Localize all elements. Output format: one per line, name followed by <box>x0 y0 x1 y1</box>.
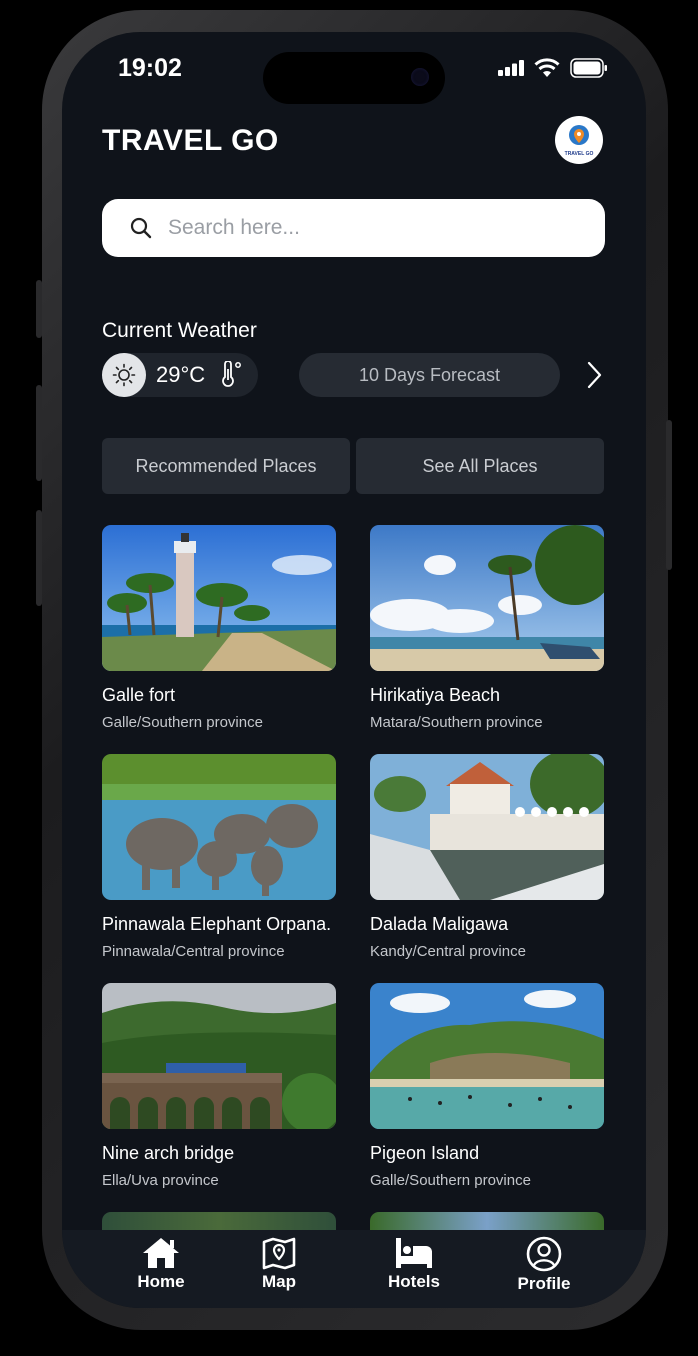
app-title: TRAVEL GO <box>102 124 279 157</box>
map-icon <box>262 1237 296 1270</box>
place-card[interactable]: Hirikatiya Beach Matara/Southern provinc… <box>370 525 604 731</box>
search-input[interactable] <box>166 215 570 241</box>
weather-widget[interactable]: 29°C <box>102 353 258 397</box>
home-icon <box>143 1238 179 1268</box>
place-name: Hirikatiya Beach <box>370 685 501 705</box>
place-name: Pigeon Island <box>370 1143 480 1163</box>
search-icon <box>130 217 152 239</box>
nav-hotels[interactable]: Hotels <box>364 1236 464 1292</box>
place-image-hirikatiya-beach <box>370 525 604 671</box>
nav-hotels-label: Hotels <box>388 1272 440 1291</box>
profile-avatar[interactable]: TRAVEL GO <box>555 116 603 164</box>
status-icons <box>498 58 608 78</box>
power-button <box>666 420 672 570</box>
thermometer-icon <box>222 361 242 387</box>
logo-text: TRAVEL GO <box>564 150 594 157</box>
profile-icon <box>526 1236 562 1272</box>
place-card-partial[interactable] <box>102 1212 336 1232</box>
front-camera <box>411 68 429 86</box>
tab-see-all-places[interactable]: See All Places <box>356 438 604 494</box>
place-image-dalada-maligawa <box>370 754 604 900</box>
nav-profile-label: Profile <box>517 1274 571 1293</box>
nav-profile[interactable]: Profile <box>494 1236 594 1294</box>
place-card-partial[interactable] <box>370 1212 604 1232</box>
nav-home-label: Home <box>137 1272 185 1291</box>
sun-icon <box>112 363 136 387</box>
nav-map[interactable]: Map <box>229 1236 329 1292</box>
place-name: Galle fort <box>102 685 176 705</box>
place-name: Pinnawala Elephant Orpana. <box>102 914 332 934</box>
place-location: Pinnawala/Central province <box>102 943 285 960</box>
nav-home[interactable]: Home <box>111 1236 211 1292</box>
bed-icon <box>396 1238 432 1268</box>
place-image-galle-fort <box>102 525 336 671</box>
place-location: Galle/Southern province <box>370 1172 531 1189</box>
place-image-pinnawala <box>102 754 336 900</box>
weather-icon-badge <box>102 353 146 397</box>
volume-up-button <box>36 385 42 481</box>
place-name: Dalada Maligawa <box>370 914 509 934</box>
place-card[interactable]: Pinnawala Elephant Orpana. Pinnawala/Cen… <box>102 754 336 960</box>
place-name: Nine arch bridge <box>102 1143 235 1163</box>
location-pin-logo-icon <box>569 124 589 145</box>
battery-icon <box>570 58 607 78</box>
weather-title: Current Weather <box>102 319 257 342</box>
place-card[interactable]: Dalada Maligawa Kandy/Central province <box>370 754 604 960</box>
nav-map-label: Map <box>262 1272 296 1291</box>
place-location: Galle/Southern province <box>102 714 263 731</box>
place-card[interactable]: Pigeon Island Galle/Southern province <box>370 983 604 1189</box>
cellular-signal-icon <box>498 60 524 76</box>
status-time: 19:02 <box>118 54 182 82</box>
forecast-button[interactable]: 10 Days Forecast <box>299 353 560 397</box>
place-card[interactable]: Galle fort Galle/Southern province <box>102 525 336 731</box>
wifi-icon <box>534 58 560 77</box>
search-bar[interactable] <box>102 199 605 257</box>
app-screen: 19:02 TRAVEL GO TRAVEL GO Current Weathe… <box>62 32 646 1308</box>
silent-switch <box>36 280 42 338</box>
place-location: Kandy/Central province <box>370 943 526 960</box>
tab-recommended-places[interactable]: Recommended Places <box>102 438 350 494</box>
chevron-right-icon[interactable] <box>582 360 606 390</box>
bottom-nav: Home Map Hotels Profile <box>62 1230 646 1308</box>
volume-down-button <box>36 510 42 606</box>
place-image-nine-arch-bridge <box>102 983 336 1129</box>
temperature-value: 29°C <box>156 362 206 387</box>
place-location: Ella/Uva province <box>102 1172 219 1189</box>
place-image-pigeon-island <box>370 983 604 1129</box>
dynamic-island <box>263 52 445 104</box>
place-location: Matara/Southern province <box>370 714 543 731</box>
place-card[interactable]: Nine arch bridge Ella/Uva province <box>102 983 336 1189</box>
